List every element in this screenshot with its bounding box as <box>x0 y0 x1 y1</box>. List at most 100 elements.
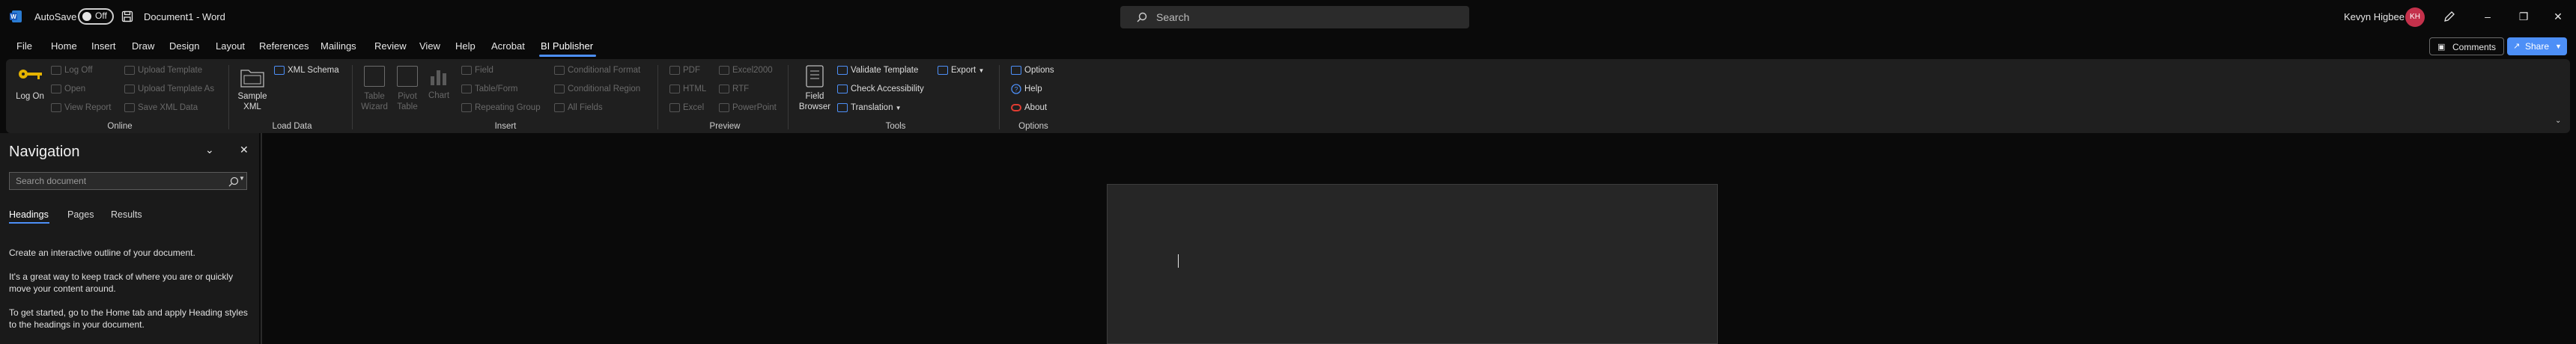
check-accessibility-button[interactable]: Check Accessibility <box>851 85 924 93</box>
tab-view[interactable]: View <box>419 40 440 52</box>
upload-icon <box>124 66 135 75</box>
view-report-button[interactable]: View Report <box>64 103 111 112</box>
save-icon[interactable] <box>121 10 133 22</box>
help-button[interactable]: Help <box>1024 85 1042 93</box>
help-icon: ? <box>1011 84 1021 94</box>
oracle-icon <box>1011 104 1021 111</box>
svg-text:W: W <box>10 13 16 20</box>
all-fields-button[interactable]: All Fields <box>568 103 603 112</box>
tab-insert[interactable]: Insert <box>91 40 116 52</box>
conditional-region-icon <box>554 85 565 93</box>
log-on-button[interactable]: Log On <box>15 91 45 102</box>
preview-excel-button[interactable]: Excel <box>683 103 704 112</box>
search-box[interactable]: Search <box>1120 6 1469 28</box>
tab-references[interactable]: References <box>259 40 309 52</box>
group-label-tools: Tools <box>885 122 906 131</box>
tab-home[interactable]: Home <box>51 40 77 52</box>
log-off-button[interactable]: Log Off <box>64 66 93 75</box>
preview-excel2000-button[interactable]: Excel2000 <box>732 66 773 75</box>
search-document-placeholder: Search document <box>16 176 87 186</box>
preview-html-button[interactable]: HTML <box>683 85 706 93</box>
pivot-table-icon <box>397 66 418 87</box>
check-accessibility-icon <box>837 85 848 93</box>
table-form-icon <box>461 85 472 93</box>
powerpoint-icon <box>719 103 729 112</box>
save-xml-icon <box>124 103 135 112</box>
nav-help-text-1: Create an interactive outline of your do… <box>9 248 195 258</box>
tab-headings[interactable]: Headings <box>9 209 49 220</box>
document-page[interactable] <box>1107 184 1718 344</box>
about-button[interactable]: About <box>1024 103 1047 112</box>
chevron-down-icon[interactable]: ⌄ <box>205 144 214 156</box>
svg-text:?: ? <box>1014 86 1018 93</box>
translation-button[interactable]: Translation ▼ <box>851 103 902 112</box>
user-name[interactable]: Kevyn Higbee <box>2344 11 2405 22</box>
search-document-input[interactable]: Search document ▼ <box>9 172 247 190</box>
repeating-group-button[interactable]: Repeating Group <box>475 103 541 112</box>
pivot-table-button[interactable]: Pivot Table <box>392 91 422 112</box>
export-label: Export <box>951 66 976 75</box>
tab-draw[interactable]: Draw <box>132 40 154 52</box>
all-fields-icon <box>554 103 565 112</box>
tab-acrobat[interactable]: Acrobat <box>491 40 525 52</box>
table-form-button[interactable]: Table/Form <box>475 85 518 93</box>
table-wizard-button[interactable]: Table Wizard <box>359 91 389 112</box>
xml-schema-icon <box>274 66 285 75</box>
comment-icon: ▣ <box>2437 43 2446 52</box>
nav-help-text-3b: to the headings in your document. <box>9 319 145 330</box>
upload-template-button[interactable]: Upload Template <box>138 66 202 75</box>
conditional-format-icon <box>554 66 565 75</box>
minimize-button[interactable]: – <box>2477 8 2498 25</box>
active-tab-indicator <box>539 55 596 57</box>
options-button[interactable]: Options <box>1024 66 1054 75</box>
preview-pdf-button[interactable]: PDF <box>683 66 700 75</box>
excel2000-icon <box>719 66 729 75</box>
chevron-down-icon[interactable]: ▼ <box>239 175 245 182</box>
tab-file[interactable]: File <box>16 40 32 52</box>
tab-bi-publisher[interactable]: BI Publisher <box>541 40 593 52</box>
close-icon[interactable]: ✕ <box>240 144 249 156</box>
comments-button[interactable]: ▣ Comments <box>2429 37 2504 55</box>
save-xml-data-button[interactable]: Save XML Data <box>138 103 198 112</box>
xml-schema-button[interactable]: XML Schema <box>288 66 339 75</box>
tab-layout[interactable]: Layout <box>216 40 245 52</box>
collapse-ribbon-icon[interactable]: ⌄ <box>2555 117 2561 125</box>
sample-xml-icon <box>240 70 264 87</box>
toggle-knob <box>82 12 91 21</box>
word-logo-icon: W <box>10 10 22 22</box>
field-button[interactable]: Field <box>475 66 493 75</box>
conditional-format-button[interactable]: Conditional Format <box>568 66 640 75</box>
group-label-load-data: Load Data <box>272 122 312 131</box>
tab-results[interactable]: Results <box>111 209 142 220</box>
tab-pages[interactable]: Pages <box>67 209 94 220</box>
autosave-toggle[interactable]: Off <box>78 8 114 25</box>
upload-template-as-button[interactable]: Upload Template As <box>138 85 214 93</box>
restore-button[interactable]: ❐ <box>2513 8 2534 25</box>
preview-rtf-button[interactable]: RTF <box>732 85 749 93</box>
key-icon <box>19 70 42 79</box>
share-label: Share <box>2525 41 2550 52</box>
group-label-online: Online <box>107 122 133 131</box>
search-placeholder: Search <box>1156 11 1190 23</box>
options-icon <box>1011 66 1021 75</box>
chart-button[interactable]: Chart <box>425 91 452 100</box>
tab-mailings[interactable]: Mailings <box>321 40 356 52</box>
avatar[interactable]: KH <box>2405 7 2425 27</box>
group-separator <box>999 65 1000 129</box>
export-button[interactable]: Export ▼ <box>951 66 984 75</box>
pen-icon[interactable] <box>2443 10 2456 23</box>
share-button[interactable]: ↗ Share ▼ <box>2507 37 2567 55</box>
sample-xml-button[interactable]: Sample XML <box>234 91 271 112</box>
close-window-button[interactable]: ✕ <box>2548 8 2569 25</box>
group-label-insert: Insert <box>494 122 517 131</box>
tab-review[interactable]: Review <box>374 40 407 52</box>
tab-design[interactable]: Design <box>169 40 199 52</box>
search-icon <box>1137 12 1147 22</box>
tab-help[interactable]: Help <box>455 40 476 52</box>
field-browser-button[interactable]: Field Browser <box>795 91 834 112</box>
open-button[interactable]: Open <box>64 85 85 93</box>
validate-template-button[interactable]: Validate Template <box>851 66 918 75</box>
conditional-region-button[interactable]: Conditional Region <box>568 85 640 93</box>
search-icon[interactable] <box>228 176 239 187</box>
preview-powerpoint-button[interactable]: PowerPoint <box>732 103 777 112</box>
